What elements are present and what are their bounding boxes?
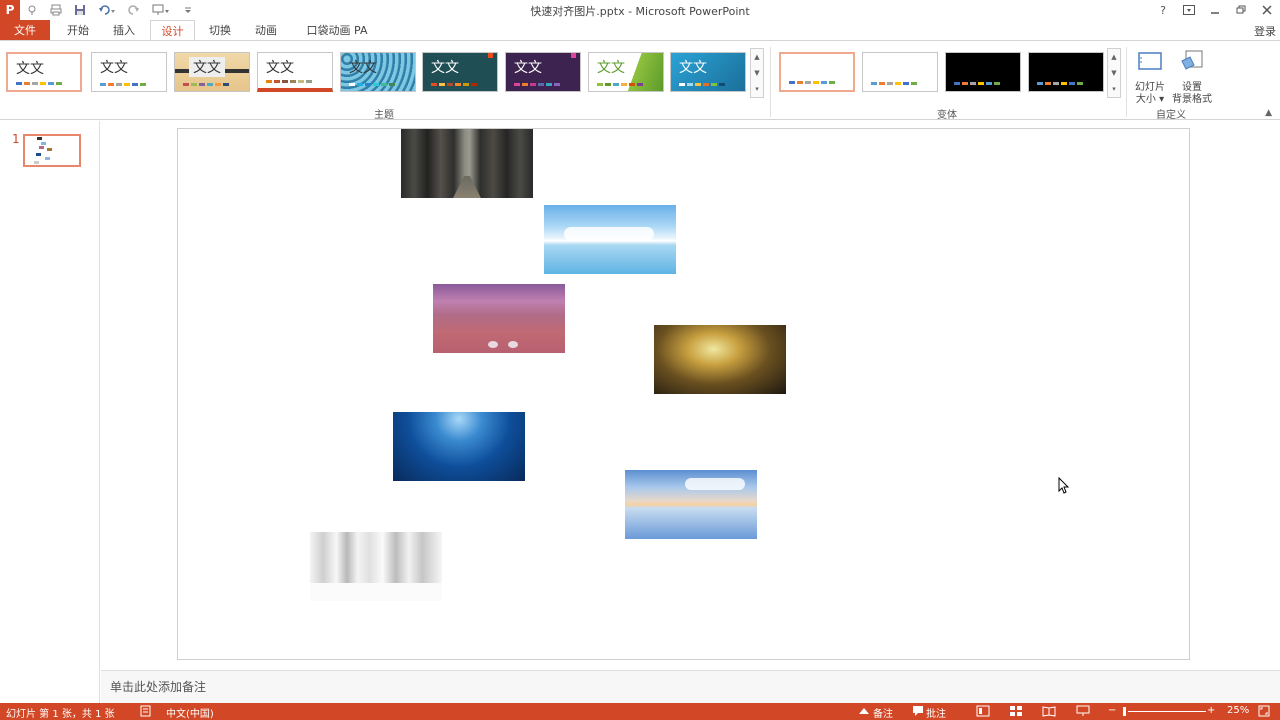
status-bar: 幻灯片 第 1 张，共 1 张 中文(中国) 备注 批注 − + 25%: [0, 703, 1280, 720]
notes-button[interactable]: 备注: [873, 705, 893, 720]
scroll-down-icon[interactable]: ▼: [1111, 69, 1116, 77]
theme-blue[interactable]: 文文: [670, 52, 746, 92]
tab-transitions[interactable]: 切换: [200, 20, 240, 41]
zoom-slider[interactable]: [1128, 711, 1206, 712]
fit-to-window-icon[interactable]: [1258, 705, 1270, 720]
reading-view-icon[interactable]: [1042, 705, 1056, 720]
theme-green[interactable]: 文文: [588, 52, 664, 92]
underwater-picture[interactable]: [393, 412, 525, 481]
slide-counter: 幻灯片 第 1 张，共 1 张: [6, 709, 115, 720]
zoom-out-button[interactable]: −: [1108, 705, 1116, 716]
theme-pattern[interactable]: 文文: [340, 52, 416, 92]
title-bar: P 快速对齐图片.pptx - Microsoft PowerPoint ?: [0, 0, 1280, 20]
gallery-more-icon[interactable]: ▾: [1112, 85, 1116, 93]
notes-placeholder[interactable]: 单击此处添加备注: [110, 678, 206, 695]
gallery-more-icon[interactable]: ▾: [755, 85, 759, 93]
tab-file[interactable]: 文件: [0, 20, 50, 41]
slide-size-icon: [1138, 52, 1162, 70]
scroll-up-icon[interactable]: ▲: [1111, 53, 1116, 61]
theme-office[interactable]: 文文: [6, 52, 82, 92]
ribbon-tabs: 文件 开始 插入 设计 切换 动画 口袋动画 PA: [0, 20, 1280, 41]
quick-access-toolbar: P: [0, 0, 200, 20]
slide-canvas[interactable]: [177, 128, 1190, 660]
undo-icon[interactable]: [92, 0, 122, 20]
tab-insert[interactable]: 插入: [104, 20, 144, 41]
variants-gallery-scroll[interactable]: ▲ ▼ ▾: [1107, 48, 1121, 98]
powerpoint-window: P 快速对齐图片.pptx - Microsoft PowerPoint ? 文…: [0, 0, 1280, 720]
snow-trees-picture[interactable]: [310, 532, 442, 601]
variant-3[interactable]: [945, 52, 1021, 92]
group-separator: [770, 47, 771, 117]
slideshow-icon[interactable]: [1076, 705, 1090, 720]
slide-number: 1: [12, 132, 20, 146]
theme-teal[interactable]: 文文: [422, 52, 498, 92]
theme-retrospect[interactable]: 文文: [257, 52, 333, 92]
format-background-button[interactable]: 设置 背景格式: [1170, 47, 1214, 106]
sunset-reflection-picture[interactable]: [625, 470, 757, 539]
help-button[interactable]: ?: [1150, 0, 1176, 20]
variants-group-label: 变体: [937, 110, 957, 121]
collapse-ribbon-icon[interactable]: ▲: [1265, 108, 1272, 118]
customize-group-label: 自定义: [1156, 110, 1186, 121]
notes-pane[interactable]: 单击此处添加备注: [101, 670, 1280, 703]
comments-button[interactable]: 批注: [926, 705, 946, 720]
scroll-down-icon[interactable]: ▼: [754, 69, 759, 77]
scroll-up-icon[interactable]: ▲: [754, 53, 759, 61]
tab-home[interactable]: 开始: [58, 20, 98, 41]
powerpoint-logo-icon[interactable]: P: [0, 0, 20, 20]
tab-animations[interactable]: 动画: [246, 20, 286, 41]
spell-check-icon[interactable]: [140, 705, 154, 720]
ribbon-design: 文文 文文 文文 文文 文文 文文 文文 文文 文文 ▲ ▼ ▾ 主题 ▲ ▼ …: [0, 40, 1280, 121]
slide-size-button[interactable]: 幻灯片 大小 ▾: [1132, 47, 1168, 106]
zoom-in-button[interactable]: +: [1207, 705, 1215, 716]
group-separator: [1126, 47, 1127, 117]
forest-path-picture[interactable]: [401, 129, 533, 198]
comments-icon[interactable]: [912, 705, 924, 720]
ribbon-display-options-icon[interactable]: [1176, 0, 1202, 20]
themes-gallery-scroll[interactable]: ▲ ▼ ▾: [750, 48, 764, 98]
save-icon[interactable]: [68, 0, 92, 20]
minimize-icon[interactable]: [1202, 0, 1228, 20]
zoom-slider-thumb[interactable]: [1123, 707, 1126, 716]
golden-cliff-picture[interactable]: [654, 325, 786, 394]
restore-icon[interactable]: [1228, 0, 1254, 20]
variant-4[interactable]: [1028, 52, 1104, 92]
theme-office-2[interactable]: 文文: [91, 52, 167, 92]
mouse-cursor-icon: [1058, 477, 1070, 494]
print-preview-icon[interactable]: [44, 0, 68, 20]
slide-thumbnail-pane: 1: [0, 121, 100, 703]
sky-sea-picture[interactable]: [544, 205, 676, 274]
format-background-icon: [1181, 50, 1203, 70]
signin-link[interactable]: 登录: [1254, 23, 1276, 39]
tab-design[interactable]: 设计: [150, 20, 195, 41]
normal-view-icon[interactable]: [976, 705, 990, 720]
language-indicator[interactable]: 中文(中国): [166, 705, 214, 720]
zoom-level[interactable]: 25%: [1227, 705, 1249, 716]
window-controls: ?: [1150, 0, 1280, 20]
theme-tan[interactable]: 文文: [174, 52, 250, 92]
tab-pocket-animation[interactable]: 口袋动画 PA: [296, 20, 378, 41]
variant-2[interactable]: [862, 52, 938, 92]
slide-thumbnail[interactable]: [23, 134, 81, 167]
touch-mode-icon[interactable]: [20, 0, 44, 20]
variant-1[interactable]: [779, 52, 855, 92]
notes-toggle-icon[interactable]: [858, 705, 870, 720]
close-icon[interactable]: [1254, 0, 1280, 20]
slide-sorter-icon[interactable]: [1009, 705, 1023, 720]
theme-purple[interactable]: 文文: [505, 52, 581, 92]
presentation-mode-icon[interactable]: [146, 0, 176, 20]
pink-beach-picture[interactable]: [433, 284, 565, 353]
customize-qat-icon[interactable]: [176, 0, 200, 20]
themes-group-label: 主题: [374, 110, 394, 121]
redo-icon[interactable]: [122, 0, 146, 20]
